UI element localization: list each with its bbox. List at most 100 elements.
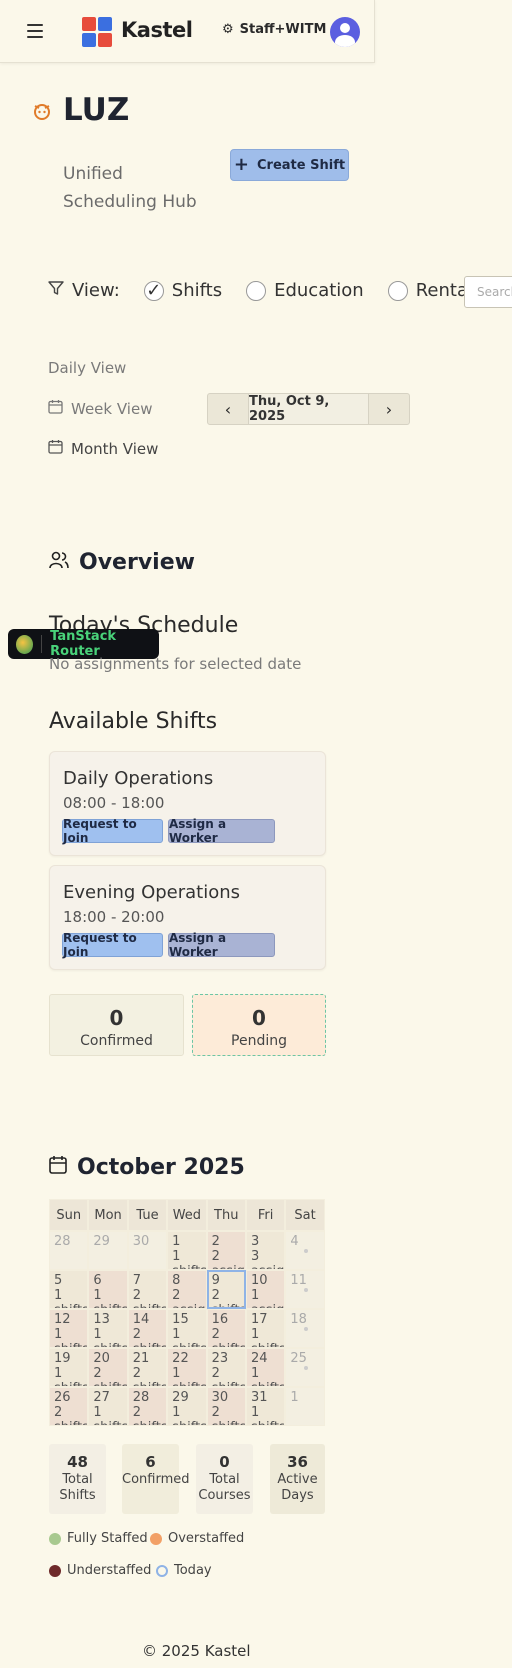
next-day-button[interactable]: › bbox=[369, 394, 409, 424]
calendar-day[interactable]: 18 bbox=[285, 1309, 325, 1348]
day-number: 14 bbox=[132, 1312, 150, 1327]
rentals-checkbox[interactable] bbox=[387, 280, 408, 301]
avatar[interactable] bbox=[330, 17, 360, 47]
create-shift-button[interactable]: + Create Shift bbox=[230, 149, 349, 181]
calendar-day[interactable]: 101 assign bbox=[245, 1270, 286, 1309]
shift-time: 08:00 - 18:00 bbox=[63, 794, 165, 812]
month-view-label: Month View bbox=[71, 439, 159, 458]
pending-label: Pending bbox=[231, 1033, 287, 1049]
day-number: 12 bbox=[54, 1312, 71, 1327]
calendar-day[interactable]: 171 shifts bbox=[245, 1309, 286, 1348]
calendar-day[interactable]: 61 shifts bbox=[88, 1270, 128, 1309]
summary-total-courses: 0 Total Courses bbox=[196, 1444, 253, 1514]
user-role-button[interactable]: ⚙ Staff+WITM bbox=[222, 22, 326, 37]
calendar-day[interactable]: 311 shifts bbox=[245, 1387, 286, 1426]
calendar-day[interactable]: 4 bbox=[285, 1231, 325, 1270]
search-input[interactable]: Search bbox=[464, 276, 512, 308]
total-courses-value: 0 bbox=[219, 1453, 230, 1471]
day-number: 2 bbox=[211, 1234, 220, 1249]
day-number: 20 bbox=[93, 1351, 110, 1366]
day-number: 9 bbox=[211, 1273, 220, 1288]
calendar-day-today[interactable]: 92 shifts bbox=[206, 1270, 246, 1309]
calendar-day[interactable]: 82 assign bbox=[167, 1270, 207, 1309]
calendar-day[interactable]: 28 bbox=[49, 1231, 89, 1270]
calendar-day[interactable]: 121 shifts bbox=[49, 1309, 89, 1348]
day-shift-count: 1 shifts bbox=[250, 1405, 284, 1425]
calendar-day[interactable]: 232 shifts bbox=[206, 1348, 246, 1387]
calendar-day[interactable]: 131 shifts bbox=[88, 1309, 128, 1348]
day-number: 29 bbox=[93, 1234, 110, 1249]
confirmed-stat: 0 Confirmed bbox=[49, 994, 184, 1056]
calendar-day[interactable]: 302 shifts bbox=[206, 1387, 246, 1426]
calendar-day[interactable]: 191 shifts bbox=[49, 1348, 89, 1387]
day-indicator-dot bbox=[303, 1327, 308, 1331]
calendar-day[interactable]: 22 assigned bbox=[206, 1231, 246, 1270]
menu-icon[interactable] bbox=[27, 24, 43, 38]
calendar-heading: October 2025 bbox=[49, 1155, 245, 1180]
legend-overstaffed: Overstaffed bbox=[150, 1531, 244, 1546]
legend-label: Overstaffed bbox=[168, 1531, 245, 1546]
day-shift-count: 2 shifts bbox=[93, 1366, 126, 1386]
current-date[interactable]: Thu, Oct 9, 2025 bbox=[248, 394, 369, 424]
calendar-day[interactable]: 30 bbox=[127, 1231, 168, 1270]
calendar-day[interactable]: 262 shifts bbox=[49, 1387, 89, 1426]
calendar-day[interactable]: 29 bbox=[88, 1231, 128, 1270]
previous-day-button[interactable]: ‹ bbox=[208, 394, 248, 424]
week-view-option[interactable]: Week View bbox=[48, 399, 152, 418]
day-shift-count: 3 assign bbox=[250, 1249, 284, 1269]
calendar-day[interactable]: 72 shifts bbox=[127, 1270, 168, 1309]
assign-worker-button[interactable]: Assign a Worker bbox=[168, 931, 275, 959]
request-to-join-button[interactable]: Request to Join bbox=[62, 931, 163, 959]
day-shift-count: 1 shifts bbox=[54, 1327, 87, 1347]
daily-view-option[interactable]: Daily View bbox=[48, 359, 126, 377]
education-checkbox[interactable] bbox=[246, 280, 267, 301]
calendar-day[interactable]: 142 shifts bbox=[127, 1309, 168, 1348]
shift-name: Evening Operations bbox=[63, 882, 241, 903]
luz-icon bbox=[31, 100, 53, 126]
calendar-day[interactable]: 162 shifts bbox=[206, 1309, 246, 1348]
calendar-day[interactable]: 291 shifts bbox=[167, 1387, 207, 1426]
calendar-icon bbox=[48, 439, 63, 458]
calendar-day[interactable]: 1 bbox=[285, 1387, 325, 1426]
request-to-join-button[interactable]: Request to Join bbox=[62, 817, 163, 845]
day-number: 13 bbox=[93, 1312, 110, 1327]
calendar-week: 191 shifts202 shifts212 shifts221 shifts… bbox=[49, 1348, 325, 1387]
shifts-checkbox[interactable]: ✓ bbox=[143, 280, 164, 301]
calendar-day[interactable]: 271 shifts bbox=[88, 1387, 128, 1426]
day-shift-count: 2 shifts bbox=[132, 1366, 166, 1386]
assign-worker-button[interactable]: Assign a Worker bbox=[168, 817, 275, 845]
calendar-day[interactable]: 25 bbox=[285, 1348, 325, 1387]
calendar-day[interactable]: 212 shifts bbox=[127, 1348, 168, 1387]
chevron-left-icon: ‹ bbox=[224, 399, 232, 419]
weekday-header: Sun Mon Tue Wed Thu Fri Sat bbox=[49, 1199, 325, 1231]
app-logo[interactable] bbox=[82, 17, 112, 47]
calendar-day[interactable]: 11 bbox=[285, 1270, 325, 1309]
weekday-sat: Sat bbox=[285, 1199, 325, 1231]
calendar-day[interactable]: 282 shifts bbox=[127, 1387, 168, 1426]
summary-confirmed-value: 6 bbox=[145, 1453, 156, 1471]
legend-label: Fully Staffed bbox=[67, 1531, 148, 1546]
total-shifts-value: 48 bbox=[67, 1453, 88, 1471]
calendar-day[interactable]: 33 assign bbox=[245, 1231, 286, 1270]
legend-label: Understaffed bbox=[67, 1563, 152, 1578]
calendar-day[interactable]: 221 shifts bbox=[167, 1348, 207, 1387]
view-filter: View: ✓ Shifts Education Rentals bbox=[48, 280, 482, 301]
month-view-option[interactable]: Month View bbox=[48, 439, 158, 458]
day-number: 28 bbox=[54, 1234, 71, 1249]
calendar-day[interactable]: 151 shifts bbox=[167, 1309, 207, 1348]
calendar-day[interactable]: 51 shifts bbox=[49, 1270, 89, 1309]
calendar-day[interactable]: 11 shifts assigned bbox=[167, 1231, 207, 1270]
calendar-title: October 2025 bbox=[77, 1155, 245, 1180]
brand-name[interactable]: Kastel bbox=[121, 18, 193, 42]
week-view-label: Week View bbox=[71, 399, 153, 418]
calendar-week: 262 shifts271 shifts282 shifts291 shifts… bbox=[49, 1387, 325, 1426]
day-shift-count: 1 assign bbox=[250, 1288, 284, 1308]
calendar-day[interactable]: 241 shifts bbox=[245, 1348, 286, 1387]
calendar-day[interactable]: 202 shifts bbox=[88, 1348, 128, 1387]
education-option-label: Education bbox=[274, 280, 364, 301]
calendar-week: 28293011 shifts assigned22 assigned33 as… bbox=[49, 1231, 325, 1270]
day-shift-count: 2 shifts bbox=[54, 1405, 87, 1425]
day-number: 15 bbox=[172, 1312, 189, 1327]
day-number: 16 bbox=[211, 1312, 229, 1327]
day-shift-count: 2 assigned bbox=[211, 1249, 245, 1269]
